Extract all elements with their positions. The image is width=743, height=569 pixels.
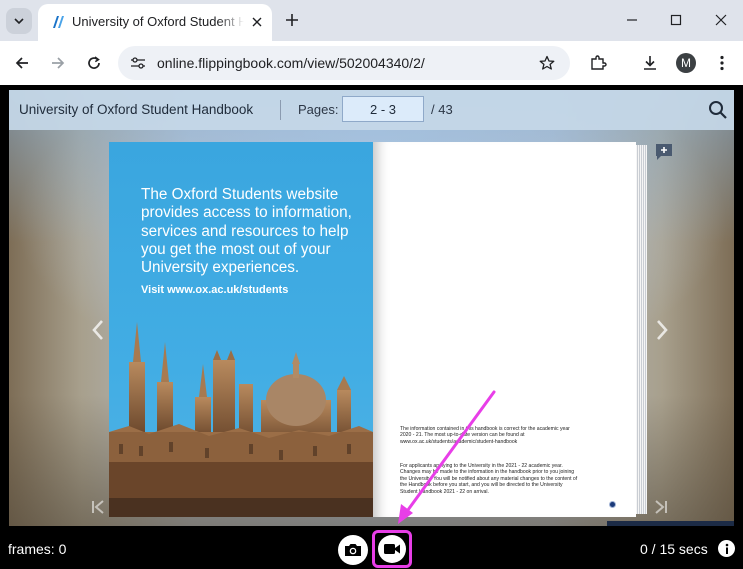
search-icon — [709, 101, 727, 119]
next-page-button[interactable] — [652, 316, 672, 344]
add-comment-button[interactable] — [654, 142, 674, 162]
book-page-right[interactable]: The information contained in this handbo… — [373, 142, 636, 517]
chevron-right-icon — [657, 320, 668, 340]
total-pages: / 43 — [431, 102, 453, 117]
screenshot-button[interactable] — [338, 535, 368, 565]
tab-title: University of Oxford Student Handbook — [72, 14, 244, 29]
chevron-left-icon — [92, 320, 103, 340]
previous-page-button[interactable] — [88, 316, 108, 344]
skip-end-icon — [655, 500, 667, 514]
profile-avatar[interactable]: M — [676, 53, 696, 73]
browser-tab-strip: University of Oxford Student Handbook — [0, 0, 743, 41]
tab-search-button[interactable] — [6, 8, 32, 34]
info-button[interactable] — [718, 540, 735, 557]
page-headline: The Oxford Students website provides acc… — [141, 186, 352, 277]
record-video-button[interactable] — [378, 535, 406, 563]
browser-tab-active[interactable]: University of Oxford Student Handbook — [38, 4, 272, 41]
oxford-skyline-illustration — [109, 322, 373, 517]
back-button[interactable] — [10, 51, 34, 75]
minimize-button[interactable] — [620, 8, 644, 32]
plus-icon — [286, 14, 298, 26]
maximize-button[interactable] — [664, 8, 688, 32]
star-icon — [539, 55, 555, 70]
forward-button[interactable] — [46, 51, 70, 75]
flipbook-title: University of Oxford Student Handbook — [19, 102, 254, 117]
students-website-link[interactable]: Visit www.ox.ac.uk/students — [141, 284, 288, 296]
tab-close-button[interactable] — [248, 13, 266, 31]
more-vertical-icon — [720, 55, 724, 71]
page-corner-badge — [609, 501, 616, 508]
applicants-note: For applicants applying to the Universit… — [400, 463, 578, 495]
downloads-button[interactable] — [638, 51, 662, 75]
arrow-right-icon — [52, 57, 65, 69]
last-page-button[interactable] — [652, 498, 670, 516]
close-icon — [715, 14, 727, 26]
record-video-highlight — [372, 530, 412, 568]
close-icon — [252, 17, 262, 27]
chevron-down-icon — [14, 18, 24, 25]
header-divider — [280, 100, 281, 120]
recording-time: 0 / 15 secs — [640, 541, 708, 557]
address-bar[interactable]: online.flippingbook.com/view/502004340/2… — [118, 46, 570, 80]
flipbook-header: University of Oxford Student Handbook Pa… — [9, 90, 734, 130]
video-camera-icon — [384, 544, 400, 554]
site-info-button[interactable] — [127, 53, 149, 73]
frames-counter: frames: 0 — [8, 541, 67, 557]
puzzle-icon — [591, 55, 607, 70]
book-page-left[interactable]: The Oxford Students website provides acc… — [109, 142, 373, 517]
first-page-button[interactable] — [89, 498, 107, 516]
comment-plus-icon — [656, 144, 672, 160]
pages-label: Pages: — [298, 102, 339, 117]
download-icon — [644, 56, 656, 70]
handbook-validity-note: The information contained in this handbo… — [400, 426, 570, 445]
bookmark-button[interactable] — [536, 53, 558, 73]
skip-start-icon — [92, 500, 104, 514]
flippingbook-favicon-icon — [53, 16, 64, 28]
new-tab-button[interactable] — [282, 10, 302, 30]
browser-menu-button[interactable] — [710, 51, 734, 75]
maximize-icon — [670, 14, 682, 26]
arrow-left-icon — [15, 57, 28, 69]
url-text: online.flippingbook.com/view/502004340/2… — [157, 55, 425, 71]
tune-icon — [131, 57, 145, 69]
recorder-bar: frames: 0 0 / 15 secs — [0, 526, 743, 569]
extensions-button[interactable] — [586, 51, 610, 75]
window-close-button[interactable] — [709, 8, 733, 32]
page-stack-edge — [636, 145, 647, 514]
reload-icon — [88, 56, 100, 69]
info-icon — [725, 543, 728, 554]
reload-button[interactable] — [82, 51, 106, 75]
minimize-icon — [627, 19, 637, 21]
browser-toolbar: online.flippingbook.com/view/502004340/2… — [0, 41, 743, 85]
camera-icon — [345, 544, 361, 556]
flipbook-search-button[interactable] — [707, 99, 729, 121]
flipbook-viewer: University of Oxford Student Handbook Pa… — [9, 90, 734, 526]
page-number-input[interactable]: 2 - 3 — [342, 96, 424, 122]
